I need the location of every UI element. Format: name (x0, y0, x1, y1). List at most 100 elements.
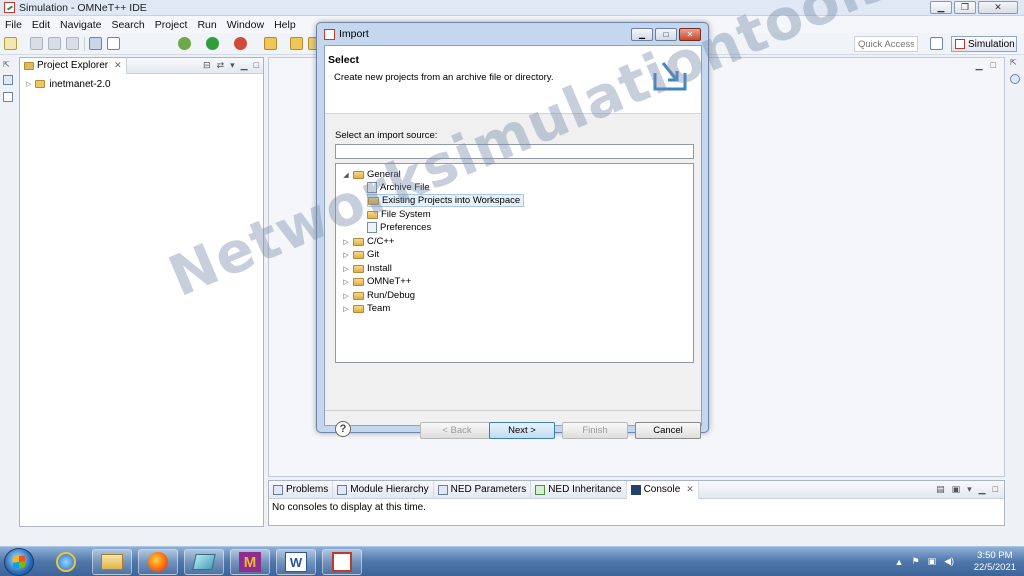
collapse-arrow-icon[interactable]: ◢ (342, 171, 350, 179)
tree-node-git[interactable]: ▷ Git (342, 248, 379, 261)
quick-access-input[interactable] (854, 36, 918, 52)
taskbar-word[interactable]: W (276, 549, 316, 575)
tab-project-explorer[interactable]: Project Explorer ✕ (20, 57, 127, 74)
tree-node-cpp[interactable]: ▷ C/C++ (342, 235, 394, 248)
display-console-icon[interactable]: ▣ (952, 484, 961, 495)
profile-icon[interactable] (234, 37, 247, 50)
action-center-icon[interactable]: ⚑ (911, 556, 919, 567)
menu-run[interactable]: Run (197, 19, 216, 31)
tab-console[interactable]: Console ✕ (626, 480, 699, 499)
view-menu-icon[interactable]: ▾ (230, 60, 235, 71)
tab-ned-parameters[interactable]: NED Parameters (434, 480, 532, 499)
minimize-view-icon[interactable]: ▁ (241, 60, 248, 71)
tool-icon[interactable] (264, 37, 277, 50)
dialog-close-button[interactable]: ✕ (679, 28, 701, 41)
volume-icon[interactable]: ◀) (944, 556, 954, 567)
open-type-icon[interactable] (290, 37, 303, 50)
folder-icon (353, 304, 364, 313)
run-icon[interactable] (206, 37, 219, 50)
edit-icon[interactable] (107, 37, 120, 50)
maximize-button[interactable]: ❐ (954, 1, 976, 14)
tree-node-existing-projects[interactable]: Existing Projects into Workspace (367, 194, 525, 207)
menu-file[interactable]: File (5, 19, 22, 31)
expand-arrow-icon[interactable]: ▷ (342, 265, 350, 273)
tree-node-archive-file[interactable]: Archive File (367, 181, 430, 194)
next-button[interactable]: Next > (489, 422, 555, 439)
system-clock[interactable]: 3:50 PM 22/5/2021 (974, 550, 1016, 574)
tab-ned-inheritance[interactable]: NED Inheritance (531, 480, 627, 499)
tree-node-install[interactable]: ▷ Install (342, 262, 392, 275)
expand-arrow-icon[interactable]: ▷ (342, 292, 350, 300)
maximize-editor-icon[interactable]: □ (991, 60, 996, 71)
menu-search[interactable]: Search (111, 19, 144, 31)
build-icon[interactable] (89, 37, 102, 50)
expand-arrow-icon[interactable]: ▷ (342, 238, 350, 246)
tree-node-run-debug[interactable]: ▷ Run/Debug (342, 289, 415, 302)
minimize-editor-icon[interactable]: ▁ (976, 60, 983, 71)
back-button[interactable]: < Back (420, 422, 494, 439)
debug-icon[interactable] (178, 37, 191, 50)
show-hidden-icons-icon[interactable]: ▲ (895, 557, 904, 567)
restore-icon[interactable]: ⇱ (3, 60, 10, 69)
minimize-button[interactable]: ▁ (930, 1, 952, 14)
palette-view-icon[interactable] (1010, 74, 1020, 84)
link-editor-icon[interactable]: ⇄ (217, 60, 225, 71)
taskbar-app[interactable] (184, 549, 224, 575)
project-row[interactable]: ▷ inetmanet-2.0 (20, 76, 263, 92)
save-icon[interactable] (30, 37, 43, 50)
omnet-app-icon (4, 2, 15, 13)
restore-right-icon[interactable]: ⇱ (1010, 58, 1017, 67)
tree-node-preferences-label: Preferences (380, 222, 432, 233)
pin-console-icon[interactable]: ▤ (936, 484, 945, 495)
open-console-icon[interactable]: ▾ (967, 484, 972, 495)
toolbar-separator (84, 37, 85, 51)
menu-project[interactable]: Project (155, 19, 188, 31)
tree-node-cpp-label: C/C++ (367, 236, 395, 247)
tree-node-team[interactable]: ▷ Team (342, 302, 390, 315)
taskbar-firefox[interactable] (138, 549, 178, 575)
tab-ned-inheritance-label: NED Inheritance (548, 484, 622, 495)
taskbar-omnetpp[interactable] (322, 549, 362, 575)
expand-arrow-icon[interactable]: ▷ (26, 80, 31, 88)
menu-window[interactable]: Window (227, 19, 264, 31)
dialog-minimize-button[interactable]: ▁ (631, 28, 653, 41)
taskbar-matlab-like[interactable]: M (230, 549, 270, 575)
tree-node-file-system[interactable]: File System (367, 208, 431, 221)
menu-navigate[interactable]: Navigate (60, 19, 101, 31)
perspective-label: Simulation (968, 38, 1015, 50)
finish-button[interactable]: Finish (562, 422, 628, 439)
close-console-tab-icon[interactable]: ✕ (686, 484, 694, 495)
save-all-icon[interactable] (48, 37, 61, 50)
collapse-all-icon[interactable]: ⊟ (203, 60, 211, 71)
tree-node-preferences[interactable]: Preferences (367, 221, 431, 234)
purple-app-icon: M (239, 552, 261, 572)
expand-arrow-icon[interactable]: ▷ (342, 305, 350, 313)
menu-edit[interactable]: Edit (32, 19, 50, 31)
taskbar-file-explorer[interactable] (92, 549, 132, 575)
maximize-view-icon[interactable]: □ (254, 60, 259, 71)
menu-help[interactable]: Help (274, 19, 296, 31)
print-icon[interactable] (66, 37, 79, 50)
taskbar-browser-ie[interactable] (46, 549, 86, 575)
maximize-console-icon[interactable]: □ (993, 484, 998, 495)
start-button[interactable] (4, 548, 34, 576)
simulation-perspective-button[interactable]: Simulation (951, 36, 1017, 52)
tab-module-hierarchy[interactable]: Module Hierarchy (333, 480, 434, 499)
help-icon[interactable]: ? (335, 421, 351, 437)
tree-node-omnetpp[interactable]: ▷ OMNeT++ (342, 275, 411, 288)
network-icon[interactable]: ▣ (928, 556, 937, 567)
expand-arrow-icon[interactable]: ▷ (342, 251, 350, 259)
close-tab-icon[interactable]: ✕ (114, 60, 122, 71)
new-icon[interactable] (4, 37, 17, 50)
tab-problems[interactable]: Problems (269, 480, 334, 499)
open-perspective-icon[interactable] (930, 37, 943, 50)
dialog-maximize-button[interactable]: □ (655, 28, 677, 41)
minimize-console-icon[interactable]: ▁ (979, 484, 986, 495)
outline-view-icon[interactable] (3, 75, 13, 85)
hierarchy-view-icon[interactable] (3, 92, 13, 102)
import-source-filter-input[interactable] (335, 144, 694, 159)
cancel-button[interactable]: Cancel (635, 422, 701, 439)
tree-node-general[interactable]: ◢ General (342, 168, 401, 181)
close-button[interactable]: ✕ (978, 1, 1018, 14)
expand-arrow-icon[interactable]: ▷ (342, 278, 350, 286)
